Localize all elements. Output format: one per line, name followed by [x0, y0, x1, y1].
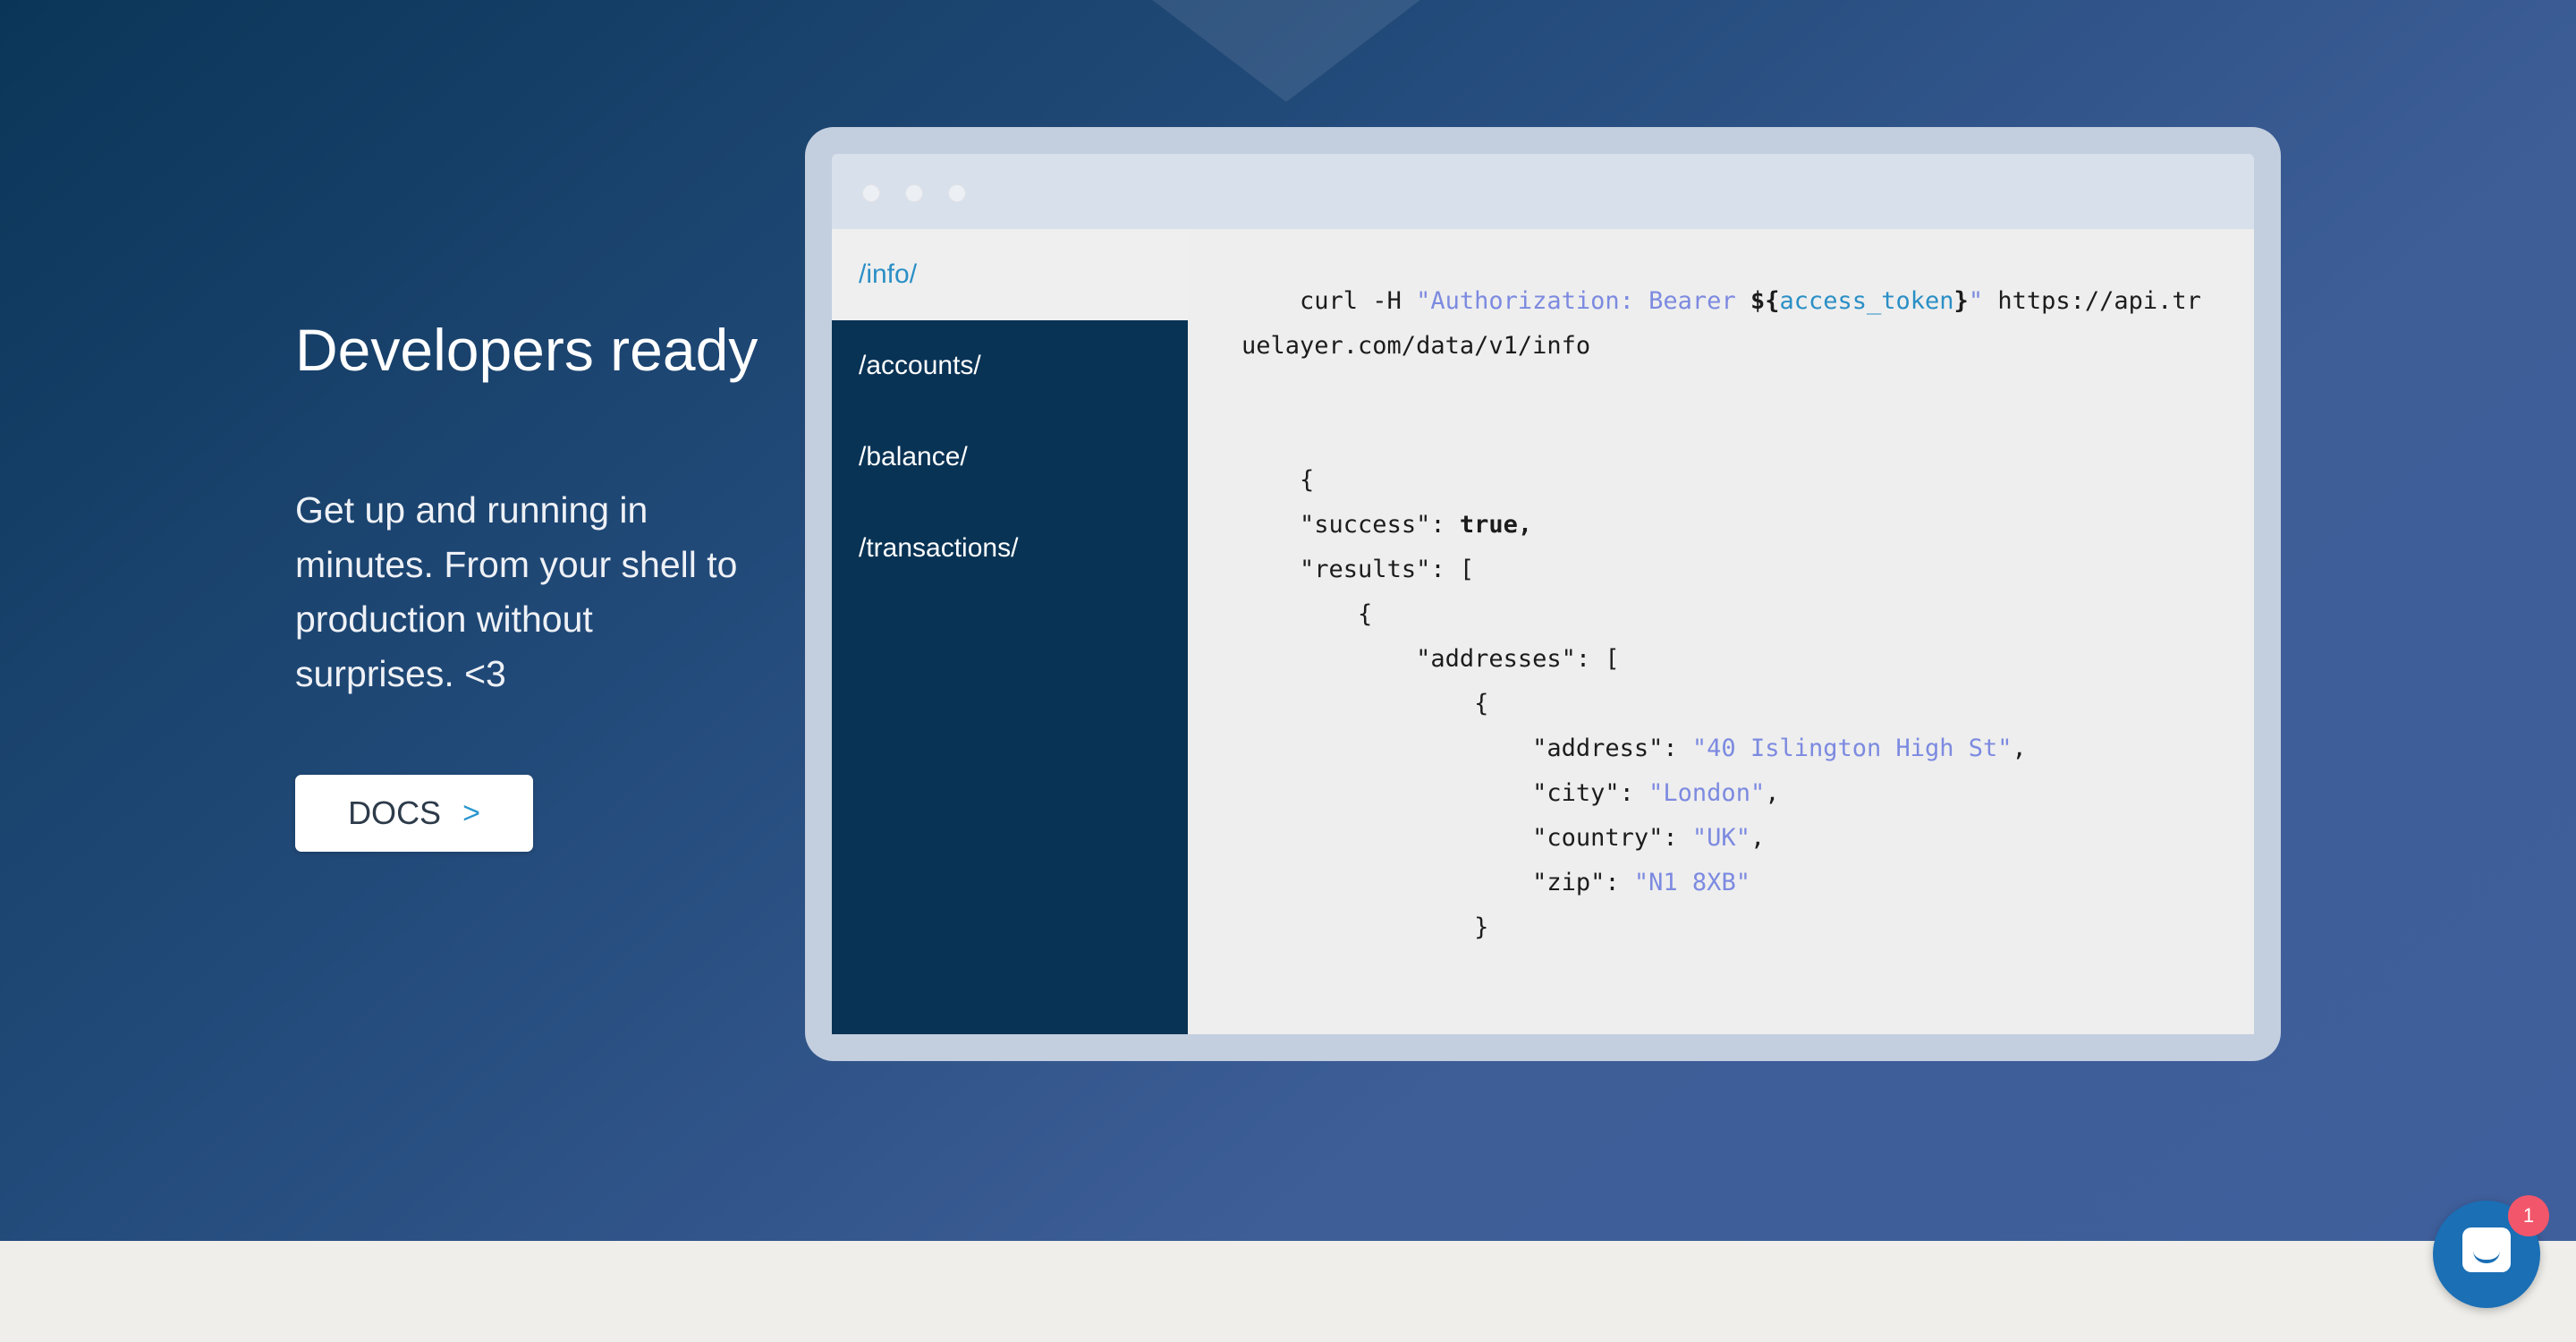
hero-subtext: Get up and running in minutes. From your…	[295, 489, 738, 694]
json-key-results: "results": [	[1300, 556, 1475, 583]
endpoint-tab-accounts[interactable]: /accounts/	[832, 320, 1188, 412]
window-dot-icon	[948, 184, 966, 202]
json-value-address: "40 Islington High St"	[1691, 735, 2012, 762]
json-key-zip: "zip":	[1532, 869, 1634, 896]
hero-headline: Developers ready	[295, 317, 758, 383]
request-url-part2: uelayer.com/data/v1/info	[1241, 332, 1591, 360]
endpoint-tab-transactions[interactable]: /transactions/	[832, 503, 1188, 594]
json-item-open: {	[1358, 600, 1373, 628]
endpoint-label: /info/	[859, 259, 918, 289]
chevron-right-icon: >	[462, 795, 480, 830]
auth-header-close: "	[1968, 287, 1984, 315]
json-value-country: "UK"	[1691, 824, 1750, 852]
request-url-part1: https://api.tr	[1983, 287, 2201, 315]
json-open-brace: {	[1300, 466, 1315, 494]
code-pane: curl -H "Authorization: Bearer ${access_…	[1188, 229, 2254, 1034]
endpoint-tab-balance[interactable]: /balance/	[832, 412, 1188, 503]
window-dot-icon	[905, 184, 923, 202]
json-key-city: "city":	[1532, 779, 1649, 807]
window-dot-icon	[862, 184, 880, 202]
decorative-chevron	[1129, 0, 1444, 102]
template-var-open: ${	[1750, 287, 1780, 315]
hero-section: Developers ready Get up and running in m…	[0, 0, 2576, 1241]
endpoint-tab-info[interactable]: /info/	[832, 229, 1188, 320]
endpoint-label: /accounts/	[859, 351, 981, 380]
window-titlebar	[832, 154, 2254, 229]
json-value-zip: "N1 8XB"	[1633, 869, 1750, 896]
json-comma: ,	[1750, 824, 1766, 852]
json-key-country: "country":	[1532, 824, 1692, 852]
docs-button-label: DOCS	[348, 794, 442, 831]
json-comma: ,	[1765, 779, 1780, 807]
auth-header-string: "Authorization: Bearer	[1416, 287, 1750, 315]
json-value-city: "London"	[1648, 779, 1766, 807]
json-key-address: "address":	[1532, 735, 1692, 762]
curl-command: curl -H	[1300, 287, 1417, 315]
template-var-close: }	[1953, 287, 1969, 315]
access-token-var: access_token	[1779, 287, 1954, 315]
code-window: /info/ /accounts/ /balance/ /transaction…	[805, 127, 2281, 1061]
endpoint-label: /transactions/	[859, 533, 1019, 563]
chat-bubble-icon	[2462, 1227, 2511, 1272]
endpoint-label: /balance/	[859, 442, 968, 471]
json-key-addresses: "addresses": [	[1416, 645, 1620, 673]
json-key-success: "success":	[1300, 511, 1460, 539]
chat-notification-badge: 1	[2508, 1195, 2549, 1236]
code-sample: curl -H "Authorization: Bearer ${access_…	[1241, 279, 2201, 950]
docs-button[interactable]: DOCS >	[295, 775, 533, 852]
json-address-close: }	[1474, 913, 1489, 941]
json-address-open: {	[1474, 690, 1489, 718]
footer-strip	[0, 1241, 2576, 1342]
json-comma: ,	[2012, 735, 2027, 762]
endpoint-sidebar: /info/ /accounts/ /balance/ /transaction…	[832, 229, 1188, 1034]
json-value-success: true,	[1459, 511, 1533, 539]
